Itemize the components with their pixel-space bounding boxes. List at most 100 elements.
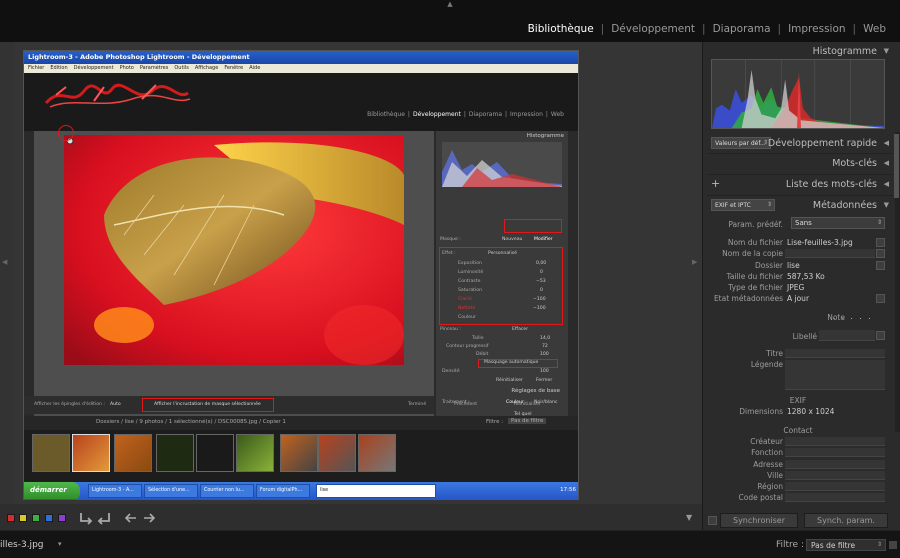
- status-icon[interactable]: [876, 294, 885, 303]
- inner-slider-label: Clarté: [458, 297, 472, 302]
- city-field[interactable]: [785, 471, 885, 480]
- keyword-list-header[interactable]: Liste des mots-clés ◀: [703, 175, 893, 195]
- inner-sep: |: [463, 111, 466, 118]
- chevron-down-icon[interactable]: ▾: [58, 540, 62, 548]
- caption-field[interactable]: [785, 360, 885, 390]
- creator-field[interactable]: [785, 437, 885, 446]
- postal-code-field[interactable]: [785, 493, 885, 502]
- filter-dropdown[interactable]: Pas de filtre ⇕: [806, 539, 886, 551]
- viewed-photo-screenshot: Lightroom-3 - Adobe Photoshop Lightroom …: [23, 50, 579, 500]
- arrow-right-icon[interactable]: [876, 261, 885, 270]
- signature-logo: [44, 83, 191, 108]
- inner-window-title: Lightroom-3 - Adobe Photoshop Lightroom …: [24, 51, 578, 64]
- color-label-purple[interactable]: [58, 514, 66, 522]
- inner-done-button: Terminé: [408, 402, 427, 407]
- arrow-left-icon[interactable]: [124, 512, 138, 524]
- inner-menu-item: Fichier: [28, 65, 45, 71]
- filesize-value: 587,53 Ko: [787, 272, 825, 281]
- keywords-header[interactable]: Mots-clés ◀: [703, 154, 893, 174]
- task-item: Courrier non lu...: [200, 484, 254, 498]
- inner-pins-label: Afficher les épingles d'édition :: [34, 402, 105, 407]
- quick-develop-header[interactable]: Développement rapide ◀: [703, 134, 893, 154]
- metadata-preset-dropdown[interactable]: Sans ⇕: [791, 217, 885, 229]
- inner-slider-value: 0: [540, 288, 543, 293]
- inner-slider-value: −100: [533, 306, 546, 311]
- histogram-title: Histogramme: [812, 46, 877, 57]
- inner-thumb: [32, 434, 70, 472]
- rating-label: Note: [827, 313, 845, 322]
- inner-menu-item: Fenêtre: [224, 65, 244, 71]
- module-web[interactable]: Web: [861, 23, 888, 35]
- inner-mask-edit: Modifier: [534, 237, 553, 242]
- module-library[interactable]: Bibliothèque: [526, 23, 596, 35]
- triangle-down-icon: ▼: [883, 47, 889, 55]
- color-label-red[interactable]: [7, 514, 15, 522]
- rating-stars[interactable]: . . . . .: [833, 312, 872, 321]
- inner-auto-value: Auto: [110, 402, 121, 407]
- sync-toggle-icon[interactable]: [708, 516, 717, 525]
- inner-slider-label: Contraste: [458, 279, 481, 284]
- inner-film-path: Dossiers / lise / 9 photos / 1 sélection…: [96, 419, 286, 425]
- inner-module: Bibliothèque: [367, 111, 405, 118]
- inner-filmstrip-header: Dossiers / lise / 9 photos / 1 sélection…: [24, 416, 578, 430]
- sync-buttons: Synchroniser Synch. param.: [704, 511, 900, 531]
- clock: 17:56: [560, 487, 576, 493]
- inner-sep: |: [545, 111, 548, 118]
- filter-value: Pas de filtre: [811, 541, 856, 550]
- color-label-yellow[interactable]: [19, 514, 27, 522]
- color-label-blue[interactable]: [45, 514, 53, 522]
- inner-flow-value: 100: [540, 352, 549, 357]
- filter-lock-icon[interactable]: [889, 541, 897, 549]
- histogram-graph: [711, 59, 885, 129]
- address-label: Adresse: [753, 460, 783, 469]
- inner-canvas: [34, 125, 434, 431]
- postal-code-label: Code postal: [738, 493, 783, 502]
- arrow-right-icon[interactable]: [876, 249, 885, 258]
- rotate-left-icon[interactable]: [78, 510, 94, 526]
- inner-menubar: Fichier Edition Développement Photo Para…: [24, 64, 578, 73]
- dimensions-value: 1280 x 1024: [787, 407, 835, 416]
- inner-flow-label: Débit: [476, 352, 489, 357]
- module-picker: Bibliothèque | Développement | Diaporama…: [526, 23, 888, 35]
- inner-slider-label: Luminosité: [458, 270, 484, 275]
- title-field[interactable]: [785, 349, 885, 358]
- toolbar-menu-icon[interactable]: ▼: [686, 513, 692, 522]
- inner-slider-value: −53: [536, 279, 546, 284]
- triangle-left-icon: ◀: [883, 180, 889, 188]
- collapse-left-icon[interactable]: ◀: [2, 258, 7, 266]
- color-label-green[interactable]: [32, 514, 40, 522]
- leaf-photo: [64, 135, 404, 365]
- arrow-right-icon[interactable]: [142, 512, 156, 524]
- metadata-preset-label: Param. prédéf.: [728, 220, 783, 229]
- module-print[interactable]: Impression: [786, 23, 847, 35]
- module-develop[interactable]: Développement: [609, 23, 697, 35]
- inner-menu-item: Paramètres: [139, 65, 169, 71]
- inner-filter-label: Filtre :: [486, 419, 504, 425]
- filename-value[interactable]: Lise-feuilles-3.jpg: [787, 238, 853, 247]
- inner-module: Diaporama: [468, 111, 502, 118]
- label-field[interactable]: [819, 330, 875, 341]
- list-icon[interactable]: [876, 238, 885, 247]
- inner-menu-item: Développement: [73, 65, 114, 71]
- copy-name-field[interactable]: [785, 249, 875, 258]
- dropdown-arrow-icon[interactable]: [876, 331, 885, 340]
- inner-menu-item: Outils: [174, 65, 189, 71]
- keyword-list-title: Liste des mots-clés: [785, 179, 877, 190]
- metadata-title: Métadonnées: [812, 200, 877, 211]
- triangle-down-icon: ▼: [883, 201, 889, 209]
- collapse-top-icon[interactable]: ▲: [444, 0, 456, 8]
- address-field[interactable]: [785, 460, 885, 469]
- region-field[interactable]: [785, 482, 885, 491]
- rotate-right-icon[interactable]: [96, 510, 112, 526]
- module-slideshow[interactable]: Diaporama: [711, 23, 773, 35]
- dropdown-arrow-icon: ⇕: [876, 541, 882, 548]
- collapse-right-icon[interactable]: ▶: [692, 258, 697, 266]
- annotation-box-effect: [439, 247, 563, 325]
- metadata-header[interactable]: Métadonnées ▼: [703, 196, 893, 216]
- inner-thumb: [318, 434, 356, 472]
- sync-params-button[interactable]: Synch. param.: [804, 513, 888, 528]
- scrollbar-thumb[interactable]: [894, 134, 899, 198]
- job-title-field[interactable]: [785, 448, 885, 457]
- caption-label: Légende: [750, 360, 783, 369]
- sync-button[interactable]: Synchroniser: [720, 513, 798, 528]
